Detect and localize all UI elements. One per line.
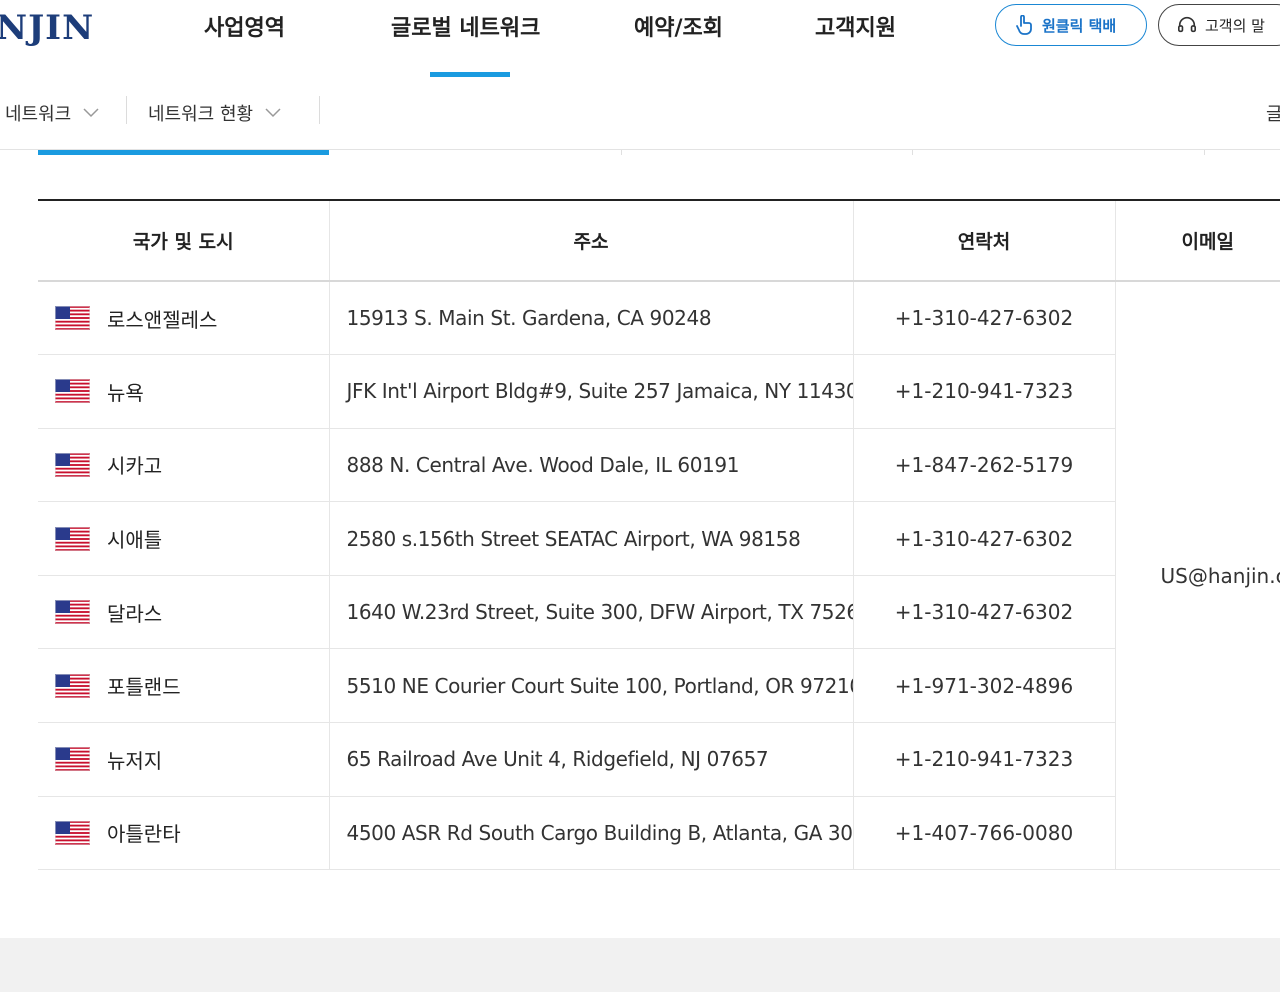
one-click-parcel-label: 원클릭 택배 bbox=[1042, 16, 1117, 35]
table-row: 시애틀 2580 s.156th Street SEATAC Airport, … bbox=[38, 501, 1280, 576]
chevron-down-icon bbox=[265, 108, 281, 118]
address-cell: 5510 NE Courier Court Suite 100, Portlan… bbox=[328, 648, 853, 724]
table-row: 뉴욕 JFK Int'l Airport Bldg#9, Suite 257 J… bbox=[38, 354, 1280, 429]
city-name: 아틀란타 bbox=[107, 822, 181, 847]
subnav-dropdown-network-status[interactable]: 네트워크 현황 bbox=[148, 100, 281, 126]
city-name: 포틀랜드 bbox=[107, 675, 181, 700]
gnb-reservation[interactable]: 예약/조회 bbox=[634, 10, 723, 42]
us-flag-icon bbox=[55, 379, 90, 404]
address-cell: 2580 s.156th Street SEATAC Airport, WA 9… bbox=[328, 501, 853, 576]
address-cell: JFK Int'l Airport Bldg#9, Suite 257 Jama… bbox=[328, 354, 853, 429]
us-flag-icon bbox=[55, 673, 90, 698]
col-header-contact: 연락처 bbox=[852, 199, 1115, 282]
col-header-country-city: 국가 및 도시 bbox=[38, 199, 329, 282]
address-cell: 888 N. Central Ave. Wood Dale, IL 60191 bbox=[328, 428, 853, 503]
city-name: 달라스 bbox=[107, 601, 163, 626]
us-flag-icon bbox=[55, 747, 90, 772]
table-row: 달라스 1640 W.23rd Street, Suite 300, DFW A… bbox=[38, 575, 1280, 650]
hand-pointer-icon bbox=[1014, 15, 1034, 35]
city-name: 시애틀 bbox=[107, 528, 163, 553]
subnav-network-label: 네트워크 bbox=[5, 104, 72, 125]
table-header-row: 국가 및 도시 주소 연락처 이메일 bbox=[38, 199, 1280, 282]
subnav-divider bbox=[126, 96, 127, 124]
customer-voice-label: 고객의 말 bbox=[1205, 16, 1265, 35]
address-cell: 65 Railroad Ave Unit 4, Ridgefield, NJ 0… bbox=[328, 722, 853, 797]
tab-divider bbox=[912, 150, 913, 155]
address-cell: 15913 S. Main St. Gardena, CA 90248 bbox=[328, 281, 853, 356]
phone-cell: +1-847-262-5179 bbox=[852, 428, 1115, 503]
us-flag-icon bbox=[55, 526, 90, 551]
table-row: 포틀랜드 5510 NE Courier Court Suite 100, Po… bbox=[38, 648, 1280, 724]
phone-cell: +1-210-941-7323 bbox=[852, 722, 1115, 797]
city-name: 뉴저지 bbox=[107, 748, 163, 773]
email-cell[interactable]: US@hanjin.co bbox=[1114, 281, 1280, 871]
address-cell: 4500 ASR Rd South Cargo Building B, Atla… bbox=[328, 796, 853, 871]
table-row: 뉴저지 65 Railroad Ave Unit 4, Ridgefield, … bbox=[38, 722, 1280, 797]
us-flag-icon bbox=[55, 820, 90, 845]
region-tab-active-indicator[interactable] bbox=[38, 150, 329, 155]
city-name: 로스앤젤레스 bbox=[107, 307, 218, 332]
subnav-dropdown-network[interactable]: 네트워크 bbox=[5, 100, 99, 126]
network-table: 국가 및 도시 주소 연락처 이메일 로스앤젤레스 15913 S. Main … bbox=[38, 199, 1280, 871]
subnav-network-status-label: 네트워크 현황 bbox=[148, 104, 254, 125]
tab-divider bbox=[621, 150, 622, 155]
gnb-active-indicator bbox=[430, 72, 510, 77]
table-row: 시카고 888 N. Central Ave. Wood Dale, IL 60… bbox=[38, 428, 1280, 503]
city-name: 뉴욕 bbox=[107, 380, 144, 405]
gnb-support[interactable]: 고객지원 bbox=[815, 10, 896, 42]
region-tabs-strip bbox=[38, 150, 1280, 155]
phone-cell: +1-310-427-6302 bbox=[852, 281, 1115, 356]
gnb-business[interactable]: 사업영역 bbox=[204, 10, 285, 42]
table-row: 아틀란타 4500 ASR Rd South Cargo Building B,… bbox=[38, 796, 1280, 871]
hanjin-logo[interactable]: NJIN bbox=[0, 8, 94, 48]
subnav-divider bbox=[319, 96, 320, 124]
us-flag-icon bbox=[55, 452, 90, 477]
us-flag-icon bbox=[55, 600, 90, 625]
phone-cell: +1-210-941-7323 bbox=[852, 354, 1115, 429]
customer-voice-button[interactable]: 고객의 말 bbox=[1158, 4, 1280, 46]
phone-cell: +1-310-427-6302 bbox=[852, 501, 1115, 576]
col-header-email: 이메일 bbox=[1114, 199, 1280, 282]
site-header: NJIN 사업영역 글로벌 네트워크 예약/조회 고객지원 원클릭 택배 고객의… bbox=[0, 0, 1280, 78]
phone-cell: +1-407-766-0080 bbox=[852, 796, 1115, 871]
sub-navigation: 네트워크 네트워크 현황 글 bbox=[0, 78, 1280, 150]
phone-cell: +1-971-302-4896 bbox=[852, 648, 1115, 724]
phone-cell: +1-310-427-6302 bbox=[852, 575, 1115, 650]
col-header-address: 주소 bbox=[328, 199, 853, 282]
subnav-right-text[interactable]: 글 bbox=[1266, 100, 1280, 126]
tab-divider bbox=[1204, 150, 1205, 155]
chevron-down-icon bbox=[83, 108, 99, 118]
gnb-global-network[interactable]: 글로벌 네트워크 bbox=[391, 10, 540, 42]
one-click-parcel-button[interactable]: 원클릭 택배 bbox=[995, 4, 1147, 46]
city-name: 시카고 bbox=[107, 454, 163, 479]
us-flag-icon bbox=[55, 306, 90, 331]
footer-band bbox=[0, 938, 1280, 992]
table-row: 로스앤젤레스 15913 S. Main St. Gardena, CA 902… bbox=[38, 281, 1280, 871]
headset-icon bbox=[1177, 15, 1197, 35]
address-cell: 1640 W.23rd Street, Suite 300, DFW Airpo… bbox=[328, 575, 853, 650]
